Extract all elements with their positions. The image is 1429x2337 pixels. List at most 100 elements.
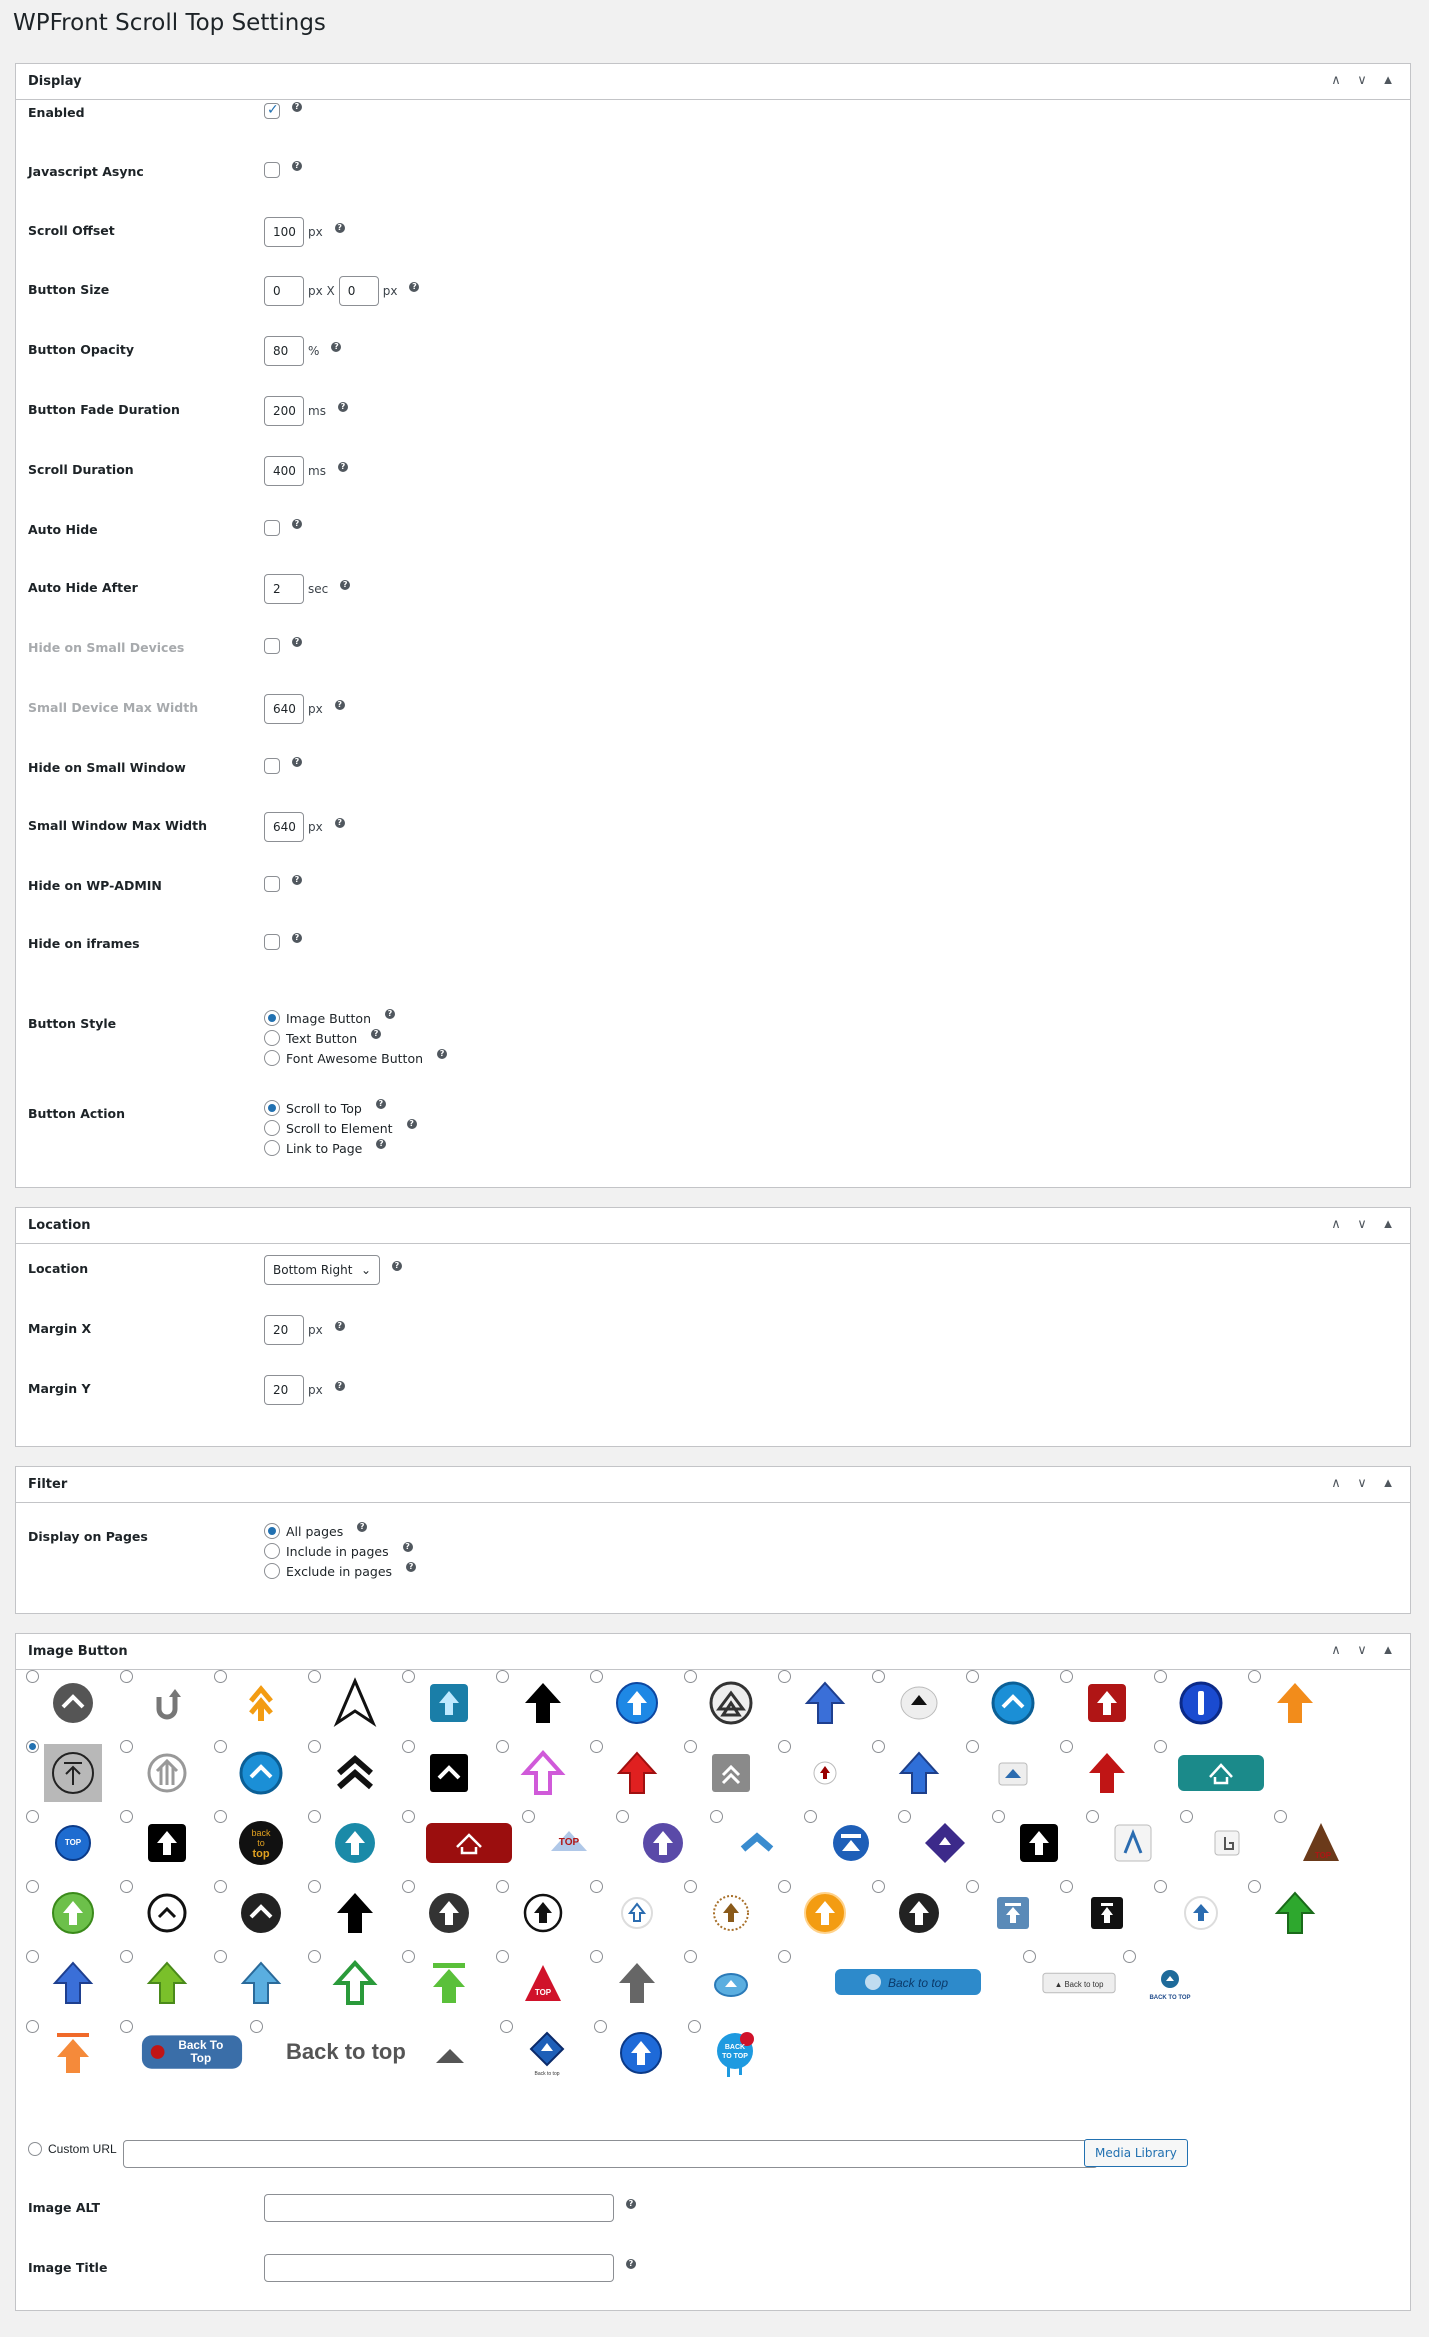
setting-number-input[interactable]: 640 bbox=[264, 812, 304, 842]
image-option-radio[interactable] bbox=[778, 1670, 791, 1683]
image-option-radio[interactable] bbox=[1023, 1950, 1036, 1963]
image-option-radio[interactable] bbox=[26, 1810, 39, 1823]
orange-circle-arrow-icon[interactable] bbox=[796, 1884, 854, 1942]
image-option-radio[interactable] bbox=[120, 1950, 133, 1963]
toggle-panel-icon[interactable]: ▲ bbox=[1378, 1475, 1398, 1491]
move-down-icon[interactable]: ∨ bbox=[1352, 1475, 1372, 1491]
green-bar-arrow-icon[interactable] bbox=[420, 1954, 478, 2012]
help-icon[interactable]: ? bbox=[292, 933, 302, 943]
image-option[interactable] bbox=[214, 1880, 308, 1950]
image-option[interactable] bbox=[898, 1810, 992, 1880]
image-option[interactable] bbox=[308, 1810, 402, 1880]
image-option-radio[interactable] bbox=[684, 1670, 697, 1683]
black-square-white-arrow-icon[interactable] bbox=[1010, 1814, 1068, 1872]
blue-gloss-arrow-icon[interactable] bbox=[612, 2024, 670, 2082]
image-option-radio[interactable] bbox=[496, 1670, 509, 1683]
image-option-radio[interactable] bbox=[402, 1810, 415, 1823]
help-icon[interactable]: ? bbox=[331, 342, 342, 352]
image-option-radio[interactable] bbox=[616, 1810, 629, 1823]
image-button-panel-header[interactable]: Image Button ∧ ∨ ▲ bbox=[16, 1634, 1410, 1670]
image-option[interactable] bbox=[402, 1670, 496, 1740]
blue-triangle-button-icon[interactable] bbox=[984, 1744, 1042, 1802]
setting-checkbox[interactable] bbox=[264, 520, 280, 536]
blue-bar-circle-icon[interactable] bbox=[822, 1814, 880, 1872]
margin-y-input[interactable]: 20 bbox=[264, 1375, 304, 1405]
gray-circle-arrows-icon[interactable] bbox=[138, 1744, 196, 1802]
image-option-radio[interactable] bbox=[684, 1950, 697, 1963]
image-option-radio[interactable] bbox=[966, 1740, 979, 1753]
setting-number-input[interactable]: 0 bbox=[264, 276, 304, 306]
image-option-radio[interactable] bbox=[308, 1740, 321, 1753]
setting-number-input[interactable]: 100 bbox=[264, 217, 304, 247]
image-option-radio[interactable] bbox=[26, 2020, 39, 2033]
toggle-panel-icon[interactable]: ▲ bbox=[1378, 1216, 1398, 1232]
help-icon[interactable]: ? bbox=[406, 1562, 417, 1572]
help-icon[interactable]: ? bbox=[292, 875, 302, 885]
media-library-button[interactable]: Media Library bbox=[1084, 2139, 1188, 2167]
green-circle-arrow-icon[interactable] bbox=[44, 1884, 102, 1942]
orange-bar-arrow-icon[interactable] bbox=[44, 2024, 102, 2082]
image-option-radio[interactable] bbox=[26, 1740, 39, 1753]
image-option[interactable]: BACK TO TOP bbox=[1123, 1950, 1217, 2020]
margin-x-input[interactable]: 20 bbox=[264, 1315, 304, 1345]
dotted-circle-arrow-icon[interactable] bbox=[702, 1884, 760, 1942]
image-option-radio[interactable] bbox=[26, 1670, 39, 1683]
image-option[interactable] bbox=[26, 2020, 120, 2090]
setting-checkbox[interactable] bbox=[264, 934, 280, 950]
image-option[interactable] bbox=[26, 1740, 120, 1810]
image-option-radio[interactable] bbox=[778, 1950, 791, 1963]
image-option[interactable] bbox=[214, 1950, 308, 2020]
image-option-radio[interactable] bbox=[1060, 1740, 1073, 1753]
help-icon[interactable]: ? bbox=[375, 1099, 386, 1109]
help-icon[interactable]: ? bbox=[337, 462, 348, 472]
image-option-radio[interactable] bbox=[1060, 1670, 1073, 1683]
back-to-top-button-icon[interactable]: Back To Top bbox=[138, 2024, 246, 2082]
image-option[interactable] bbox=[496, 1740, 590, 1810]
help-icon[interactable]: ? bbox=[376, 1139, 387, 1149]
help-icon[interactable]: ? bbox=[385, 1009, 395, 1019]
display-panel-header[interactable]: Display ∧ ∨ ▲ bbox=[16, 64, 1410, 100]
circle-bar-arrow-icon[interactable] bbox=[44, 1744, 102, 1802]
help-icon[interactable]: ? bbox=[292, 637, 302, 647]
image-option-radio[interactable] bbox=[522, 1810, 535, 1823]
image-option[interactable] bbox=[966, 1740, 1060, 1810]
image-option[interactable] bbox=[26, 1880, 120, 1950]
black-double-chevron-icon[interactable] bbox=[326, 1744, 384, 1802]
black-arrow-plain-icon[interactable] bbox=[326, 1884, 384, 1942]
teal-square-arrow-icon[interactable] bbox=[420, 1674, 478, 1732]
image-option[interactable] bbox=[872, 1880, 966, 1950]
image-option[interactable] bbox=[804, 1810, 898, 1880]
image-option-radio[interactable] bbox=[402, 1950, 415, 1963]
image-option-radio[interactable] bbox=[214, 1810, 227, 1823]
image-option[interactable] bbox=[684, 1950, 778, 2020]
image-option[interactable] bbox=[120, 1880, 214, 1950]
image-option-radio[interactable] bbox=[684, 1880, 697, 1893]
image-option[interactable] bbox=[214, 1740, 308, 1810]
image-option-radio[interactable] bbox=[1180, 1810, 1193, 1823]
image-option[interactable] bbox=[214, 1670, 308, 1740]
image-option-radio[interactable] bbox=[710, 1810, 723, 1823]
image-option[interactable] bbox=[26, 1670, 120, 1740]
image-option-radio[interactable] bbox=[402, 1880, 415, 1893]
orange-double-chevron-icon[interactable] bbox=[232, 1674, 290, 1732]
filter-panel-header[interactable]: Filter ∧ ∨ ▲ bbox=[16, 1467, 1410, 1503]
image-option-radio[interactable] bbox=[26, 1950, 39, 1963]
image-option-radio[interactable] bbox=[1086, 1810, 1099, 1823]
move-down-icon[interactable]: ∨ bbox=[1352, 1642, 1372, 1658]
radio-option[interactable]: Image Button? bbox=[264, 1009, 447, 1026]
orange-arrow-icon[interactable] bbox=[1266, 1674, 1324, 1732]
image-option[interactable] bbox=[402, 1740, 496, 1810]
image-option[interactable] bbox=[872, 1670, 966, 1740]
image-option[interactable] bbox=[778, 1740, 872, 1810]
back-to-top-text-icon[interactable]: Back to top bbox=[268, 2024, 496, 2082]
blue-circle-arrow-icon[interactable] bbox=[608, 1674, 666, 1732]
help-icon[interactable]: ? bbox=[292, 519, 302, 529]
image-option[interactable]: TOP bbox=[1274, 1810, 1368, 1880]
image-option[interactable]: TOP bbox=[522, 1810, 616, 1880]
custom-url-input[interactable] bbox=[123, 2140, 1098, 2168]
move-down-icon[interactable]: ∨ bbox=[1352, 72, 1372, 88]
radio-button[interactable] bbox=[264, 1543, 280, 1559]
move-up-icon[interactable]: ∧ bbox=[1326, 72, 1346, 88]
eject-button-icon[interactable] bbox=[890, 1674, 948, 1732]
blue-arrow-icon[interactable] bbox=[890, 1744, 948, 1802]
